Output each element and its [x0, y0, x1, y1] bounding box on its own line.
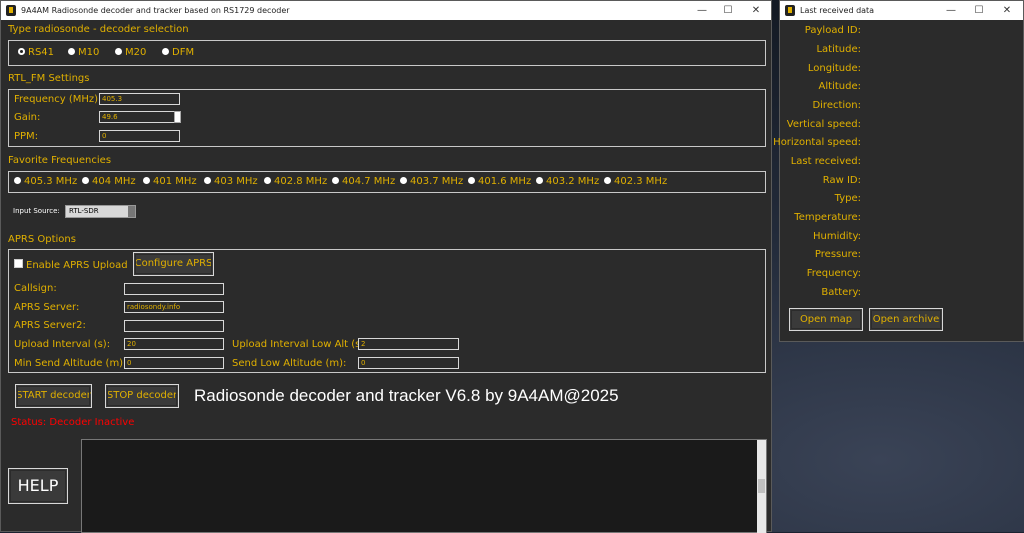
- field-label: Raw ID:: [822, 175, 861, 186]
- aprs-server2-input[interactable]: [124, 320, 224, 332]
- radio-icon: [604, 177, 611, 184]
- radio-dfm[interactable]: DFM: [162, 47, 194, 58]
- close-icon[interactable]: ✕: [743, 1, 769, 20]
- minimize-icon[interactable]: —: [689, 1, 715, 20]
- log-textarea[interactable]: [81, 439, 767, 533]
- chevron-down-icon: [128, 206, 135, 217]
- radio-icon: [162, 48, 169, 55]
- help-button[interactable]: HELP: [8, 468, 68, 504]
- field-label: Direction:: [812, 100, 861, 111]
- ppm-label: PPM:: [14, 131, 39, 142]
- stop-decoder-button[interactable]: STOP decoder: [105, 384, 179, 408]
- radio-icon: [68, 48, 75, 55]
- upload-interval-input[interactable]: 20: [124, 338, 224, 350]
- gain-dropdown-arrow-icon[interactable]: [174, 111, 181, 123]
- input-source-value: RTL-SDR: [69, 207, 99, 215]
- radio-selected-icon: [18, 48, 25, 55]
- send-low-altitude-input[interactable]: 0: [358, 357, 459, 369]
- maximize-icon[interactable]: ☐: [715, 1, 741, 20]
- field-label: Last received:: [790, 156, 861, 167]
- radio-icon: [332, 177, 339, 184]
- ppm-input[interactable]: 0: [99, 130, 180, 142]
- field-label: Humidity:: [813, 231, 861, 242]
- radio-icon: [204, 177, 211, 184]
- radio-rs41[interactable]: RS41: [18, 47, 54, 58]
- aprs-title: APRS Options: [8, 234, 76, 245]
- gain-label: Gain:: [14, 112, 41, 123]
- radio-icon: [14, 177, 21, 184]
- upload-interval-low-input[interactable]: 2: [358, 338, 459, 350]
- favorite-frequency-item[interactable]: 403 MHz: [204, 176, 258, 187]
- radio-icon: [115, 48, 122, 55]
- field-label: Frequency:: [806, 268, 861, 279]
- favorite-frequency-item[interactable]: 401.6 MHz: [468, 176, 531, 187]
- radio-icon: [536, 177, 543, 184]
- open-archive-button[interactable]: Open archive: [869, 308, 943, 331]
- upload-interval-low-label: Upload Interval Low Alt (s):: [232, 339, 368, 350]
- main-titlebar[interactable]: 9A4AM Radiosonde decoder and tracker bas…: [1, 1, 771, 20]
- field-label: Battery:: [821, 287, 861, 298]
- field-label: Pressure:: [814, 249, 861, 260]
- field-label: Type:: [834, 193, 861, 204]
- radio-m20[interactable]: M20: [115, 47, 146, 58]
- field-label: Temperature:: [794, 212, 861, 223]
- radio-icon: [264, 177, 271, 184]
- data-window-title: Last received data: [800, 6, 875, 15]
- field-label: Longitude:: [807, 63, 861, 74]
- radio-m10[interactable]: M10: [68, 47, 99, 58]
- field-label: Payload ID:: [804, 25, 861, 36]
- callsign-label: Callsign:: [14, 283, 57, 294]
- upload-interval-label: Upload Interval (s):: [14, 339, 111, 350]
- open-map-button[interactable]: Open map: [789, 308, 863, 331]
- favorite-frequency-item[interactable]: 401 MHz: [143, 176, 197, 187]
- field-label: Altitude:: [818, 81, 861, 92]
- favorite-frequency-item[interactable]: 402.3 MHz: [604, 176, 667, 187]
- field-label: Horizontal speed:: [773, 137, 861, 148]
- main-window: 9A4AM Radiosonde decoder and tracker bas…: [0, 0, 772, 533]
- frequency-input[interactable]: 405.3: [99, 93, 180, 105]
- favorite-frequency-item[interactable]: 405.3 MHz: [14, 176, 77, 187]
- aprs-server-input[interactable]: radiosondy.info: [124, 301, 224, 313]
- status-text: Status: Decoder Inactive: [11, 417, 135, 428]
- rtl-fm-title: RTL_FM Settings: [8, 73, 90, 84]
- enable-aprs-checkbox[interactable]: Enable APRS Upload: [14, 259, 128, 271]
- favorite-frequency-item[interactable]: 403.7 MHz: [400, 176, 463, 187]
- favorites-title: Favorite Frequencies: [8, 155, 112, 166]
- window-title: 9A4AM Radiosonde decoder and tracker bas…: [21, 6, 290, 15]
- gain-input[interactable]: 49.6: [99, 111, 175, 123]
- checkbox-icon: [14, 259, 23, 268]
- field-label: Latitude:: [816, 44, 861, 55]
- scrollbar-thumb[interactable]: [758, 479, 765, 493]
- data-window: Last received data — ☐ ✕ Payload ID: Lat…: [773, 0, 1024, 342]
- min-send-altitude-input[interactable]: 0: [124, 357, 224, 369]
- send-low-altitude-label: Send Low Altitude (m):: [232, 358, 347, 369]
- radio-icon: [143, 177, 150, 184]
- radio-icon: [468, 177, 475, 184]
- favorite-frequency-item[interactable]: 402.8 MHz: [264, 176, 327, 187]
- favorite-frequency-item[interactable]: 403.2 MHz: [536, 176, 599, 187]
- aprs-server2-label: APRS Server2:: [14, 320, 86, 331]
- start-decoder-button[interactable]: START decoder: [15, 384, 92, 408]
- favorite-frequency-item[interactable]: 404 MHz: [82, 176, 136, 187]
- input-source-label: Input Source:: [13, 207, 60, 215]
- field-label: Vertical speed:: [786, 119, 861, 130]
- aprs-server-label: APRS Server:: [14, 302, 80, 313]
- maximize-icon[interactable]: ☐: [966, 1, 992, 20]
- frequency-label: Frequency (MHz):: [14, 94, 102, 105]
- radio-icon: [82, 177, 89, 184]
- callsign-input[interactable]: [124, 283, 224, 295]
- app-banner: Radiosonde decoder and tracker V6.8 by 9…: [194, 386, 619, 405]
- app-icon: [785, 5, 795, 16]
- decoder-selection-title: Type radiosonde - decoder selection: [8, 24, 189, 35]
- app-icon: [6, 5, 16, 16]
- favorite-frequency-item[interactable]: 404.7 MHz: [332, 176, 395, 187]
- configure-aprs-button[interactable]: Configure APRS: [133, 252, 214, 276]
- input-source-select[interactable]: RTL-SDR: [65, 205, 136, 218]
- minimize-icon[interactable]: —: [938, 1, 964, 20]
- data-titlebar[interactable]: Last received data — ☐ ✕: [780, 1, 1023, 20]
- close-icon[interactable]: ✕: [994, 1, 1020, 20]
- min-send-altitude-label: Min Send Altitude (m):: [14, 358, 127, 369]
- radio-icon: [400, 177, 407, 184]
